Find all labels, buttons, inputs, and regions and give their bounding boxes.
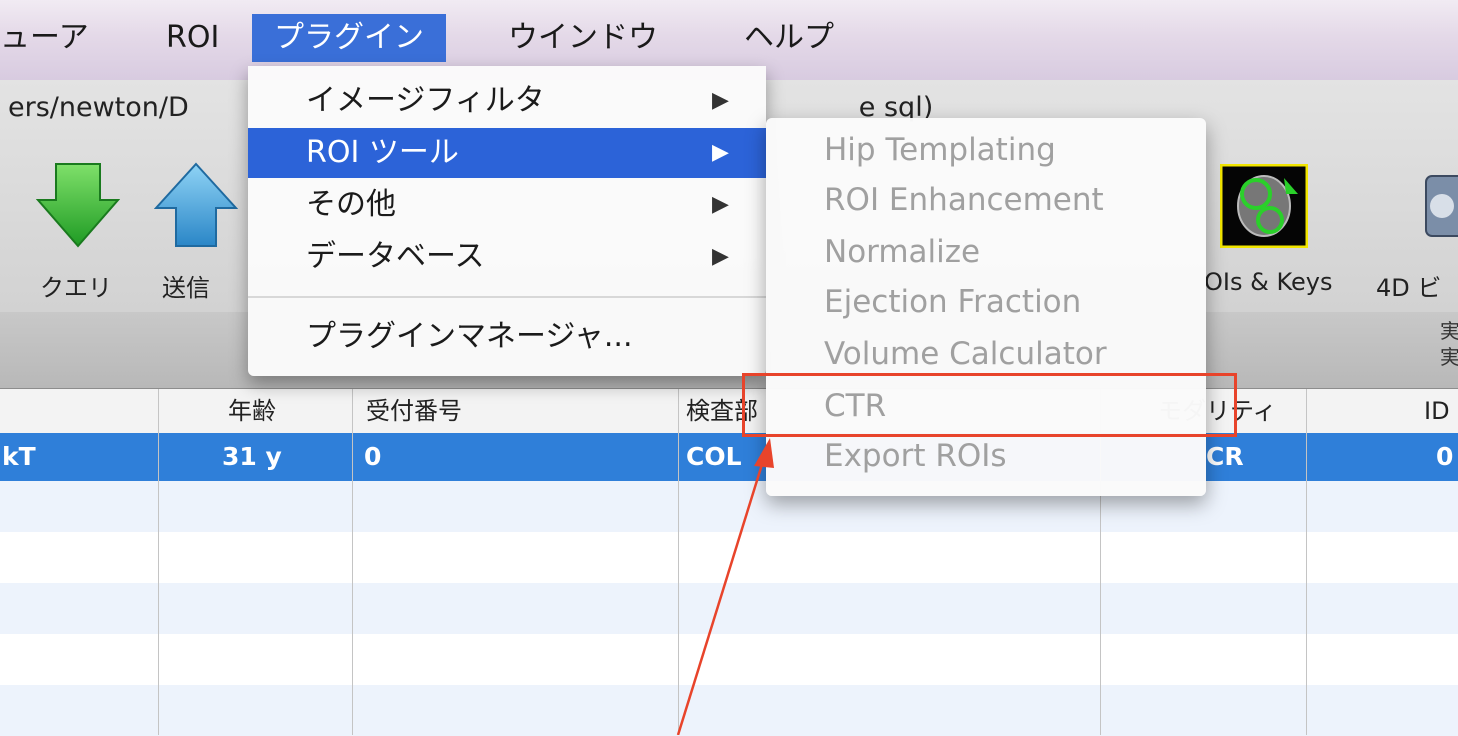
annotation-highlight-box (742, 373, 1237, 437)
menu-item-roi-tools[interactable]: ROI ツール ▶ (248, 128, 766, 178)
submenu-item-roi-enhancement[interactable]: ROI Enhancement (824, 182, 1104, 218)
rois-keys-icon[interactable] (1220, 164, 1308, 248)
cell-id: 0 (1436, 442, 1454, 471)
submenu-arrow-icon: ▶ (712, 140, 729, 165)
cell-accession: 0 (364, 442, 382, 471)
submenu-item-export-rois[interactable]: Export ROIs (824, 438, 1007, 474)
4d-viewer-label[interactable]: 4D ビ (1376, 268, 1441, 303)
submenu-item-volume-calculator[interactable]: Volume Calculator (824, 336, 1107, 372)
menu-item-plugin-manager[interactable]: プラグインマネージャ... (248, 312, 766, 362)
cell-modality: CR (1206, 442, 1244, 471)
roi-tools-submenu: Hip Templating ROI Enhancement Normalize… (766, 118, 1206, 496)
col-age[interactable]: 年齢 (228, 389, 276, 433)
menu-roi[interactable]: ROI (166, 14, 219, 62)
subbar-right-text: 実実 (1440, 319, 1458, 369)
col-accession[interactable]: 受付番号 (366, 389, 462, 433)
query-button-label[interactable]: クエリ (40, 268, 112, 303)
4d-viewer-icon[interactable] (1416, 168, 1458, 248)
menu-help[interactable]: ヘルプ (744, 14, 834, 62)
cell-name: kT (2, 442, 36, 471)
up-arrow-icon[interactable] (154, 160, 238, 250)
submenu-arrow-icon: ▶ (712, 88, 729, 113)
menu-item-database[interactable]: データベース ▶ (248, 232, 766, 282)
submenu-item-ejection-fraction[interactable]: Ejection Fraction (824, 284, 1081, 320)
submenu-item-normalize[interactable]: Normalize (824, 234, 980, 270)
col-id[interactable]: ID (1424, 389, 1450, 433)
submenu-item-hip-templating[interactable]: Hip Templating (824, 132, 1056, 168)
send-button-label[interactable]: 送信 (162, 268, 210, 303)
menu-window[interactable]: ウインドウ (508, 14, 658, 62)
submenu-arrow-icon: ▶ (712, 244, 729, 269)
column-divider (1306, 389, 1307, 735)
annotation-arrow (676, 438, 774, 735)
plugins-dropdown: イメージフィルタ ▶ ROI ツール ▶ その他 ▶ データベース ▶ プラグインマネー… (248, 66, 766, 376)
table-header: 年齢 受付番号 検査部 モダリティ ID (0, 389, 1458, 434)
submenu-arrow-icon: ▶ (712, 192, 729, 217)
menu-plugins[interactable]: プラグイン (252, 14, 446, 62)
cell-age: 31 y (222, 442, 282, 471)
column-divider (352, 389, 353, 735)
column-divider (158, 389, 159, 735)
rois-keys-label[interactable]: OIs & Keys (1204, 268, 1332, 296)
menu-viewer[interactable]: ューア (0, 14, 89, 62)
menu-item-other[interactable]: その他 ▶ (248, 180, 766, 230)
down-arrow-icon[interactable] (36, 160, 120, 250)
menu-item-image-filter[interactable]: イメージフィルタ ▶ (248, 76, 766, 126)
menu-separator (248, 296, 766, 298)
